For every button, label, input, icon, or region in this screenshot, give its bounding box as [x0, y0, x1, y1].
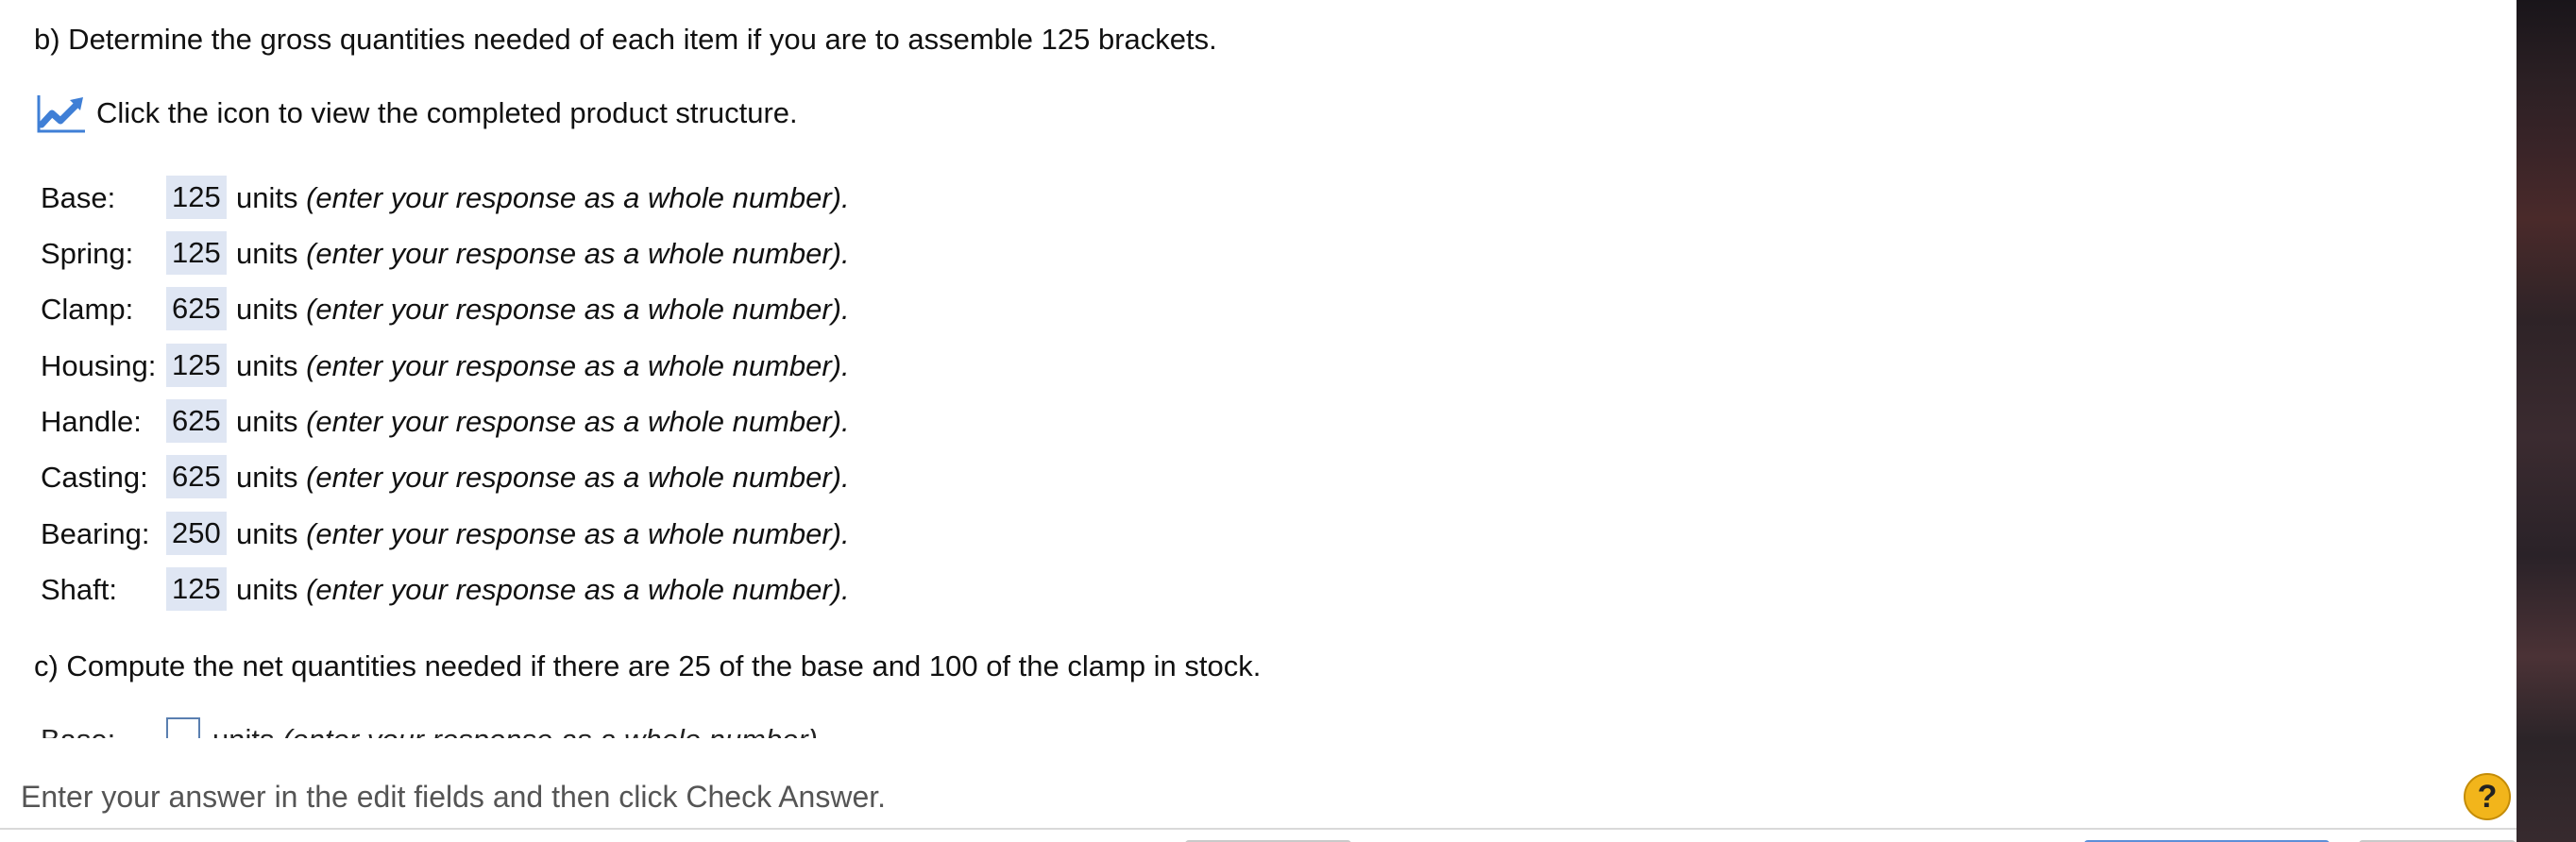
row-label: Bearing:: [41, 517, 150, 550]
part-b-question: b) Determine the gross quantities needed…: [34, 23, 1217, 56]
answer-row-spring: Spring: 125 units (enter your response a…: [41, 231, 985, 277]
answer-field[interactable]: 125: [166, 176, 227, 219]
row-label: Base:: [41, 181, 116, 214]
answer-row-base: Base: 125 units (enter your response as …: [41, 176, 985, 221]
answer-row-housing: Housing: 125 units (enter your response …: [41, 344, 985, 389]
units-text: units: [236, 405, 298, 438]
units-text: units: [236, 517, 298, 550]
product-structure-link-text: Click the icon to view the completed pro…: [96, 96, 798, 129]
hint-text: (enter your response as a whole number).: [306, 573, 850, 606]
hint-text: (enter your response as a whole number).: [306, 181, 850, 214]
homework-question-panel: b) Determine the gross quantities needed…: [0, 0, 2576, 842]
row-label: Clamp:: [41, 293, 134, 326]
answer-field[interactable]: 250: [166, 512, 227, 555]
answer-row-clamp: Clamp: 625 units (enter your response as…: [41, 287, 985, 332]
row-label: Casting:: [41, 461, 148, 494]
units-text: units: [236, 461, 298, 494]
answer-row-shaft: Shaft: 125 units (enter your response as…: [41, 567, 985, 613]
answer-field[interactable]: 625: [166, 287, 227, 330]
hint-text: (enter your response as a whole number).: [306, 405, 850, 438]
hint-text: (enter your response as a whole number).: [282, 723, 826, 738]
units-text: units: [236, 573, 298, 606]
units-text: units: [236, 181, 298, 214]
footer-instruction: Enter your answer in the edit fields and…: [21, 780, 887, 814]
footer-bar: Enter your answer in the edit fields and…: [0, 738, 2517, 842]
part-c-question: c) Compute the net quantities needed if …: [34, 649, 1262, 682]
line-chart-icon[interactable]: [36, 93, 87, 134]
units-text: units: [236, 237, 298, 270]
hint-text: (enter your response as a whole number).: [306, 461, 850, 494]
answer-field[interactable]: 625: [166, 399, 227, 443]
hint-text: (enter your response as a whole number).: [306, 517, 850, 550]
hint-text: (enter your response as a whole number).: [306, 349, 850, 382]
answer-field[interactable]: 125: [166, 567, 227, 611]
hint-text: (enter your response as a whole number).: [306, 237, 850, 270]
answer-row-bearing: Bearing: 250 units (enter your response …: [41, 512, 985, 557]
units-text: units: [212, 723, 274, 738]
row-label: Housing:: [41, 349, 157, 382]
hint-text: (enter your response as a whole number).: [306, 293, 850, 326]
row-label: Spring:: [41, 237, 134, 270]
answer-row-handle: Handle: 625 units (enter your response a…: [41, 399, 985, 445]
net-base-input[interactable]: [166, 717, 200, 738]
answer-field[interactable]: 625: [166, 455, 227, 498]
footer-divider: [0, 828, 2517, 830]
row-label: Base:: [41, 723, 115, 738]
row-label: Handle:: [41, 405, 142, 438]
row-label: Shaft:: [41, 573, 117, 606]
units-text: units: [236, 293, 298, 326]
product-structure-link-row: Click the icon to view the completed pro…: [36, 93, 798, 134]
answer-field[interactable]: 125: [166, 344, 227, 387]
answer-field[interactable]: 125: [166, 231, 227, 275]
answer-row-net-base: Base: units (enter your response as a wh…: [41, 717, 890, 738]
desktop-background-edge: [2517, 0, 2576, 842]
answer-row-casting: Casting: 625 units (enter your response …: [41, 455, 985, 500]
help-button[interactable]: ?: [2464, 773, 2511, 820]
units-text: units: [236, 349, 298, 382]
question-scroll-area[interactable]: b) Determine the gross quantities needed…: [0, 0, 2517, 738]
